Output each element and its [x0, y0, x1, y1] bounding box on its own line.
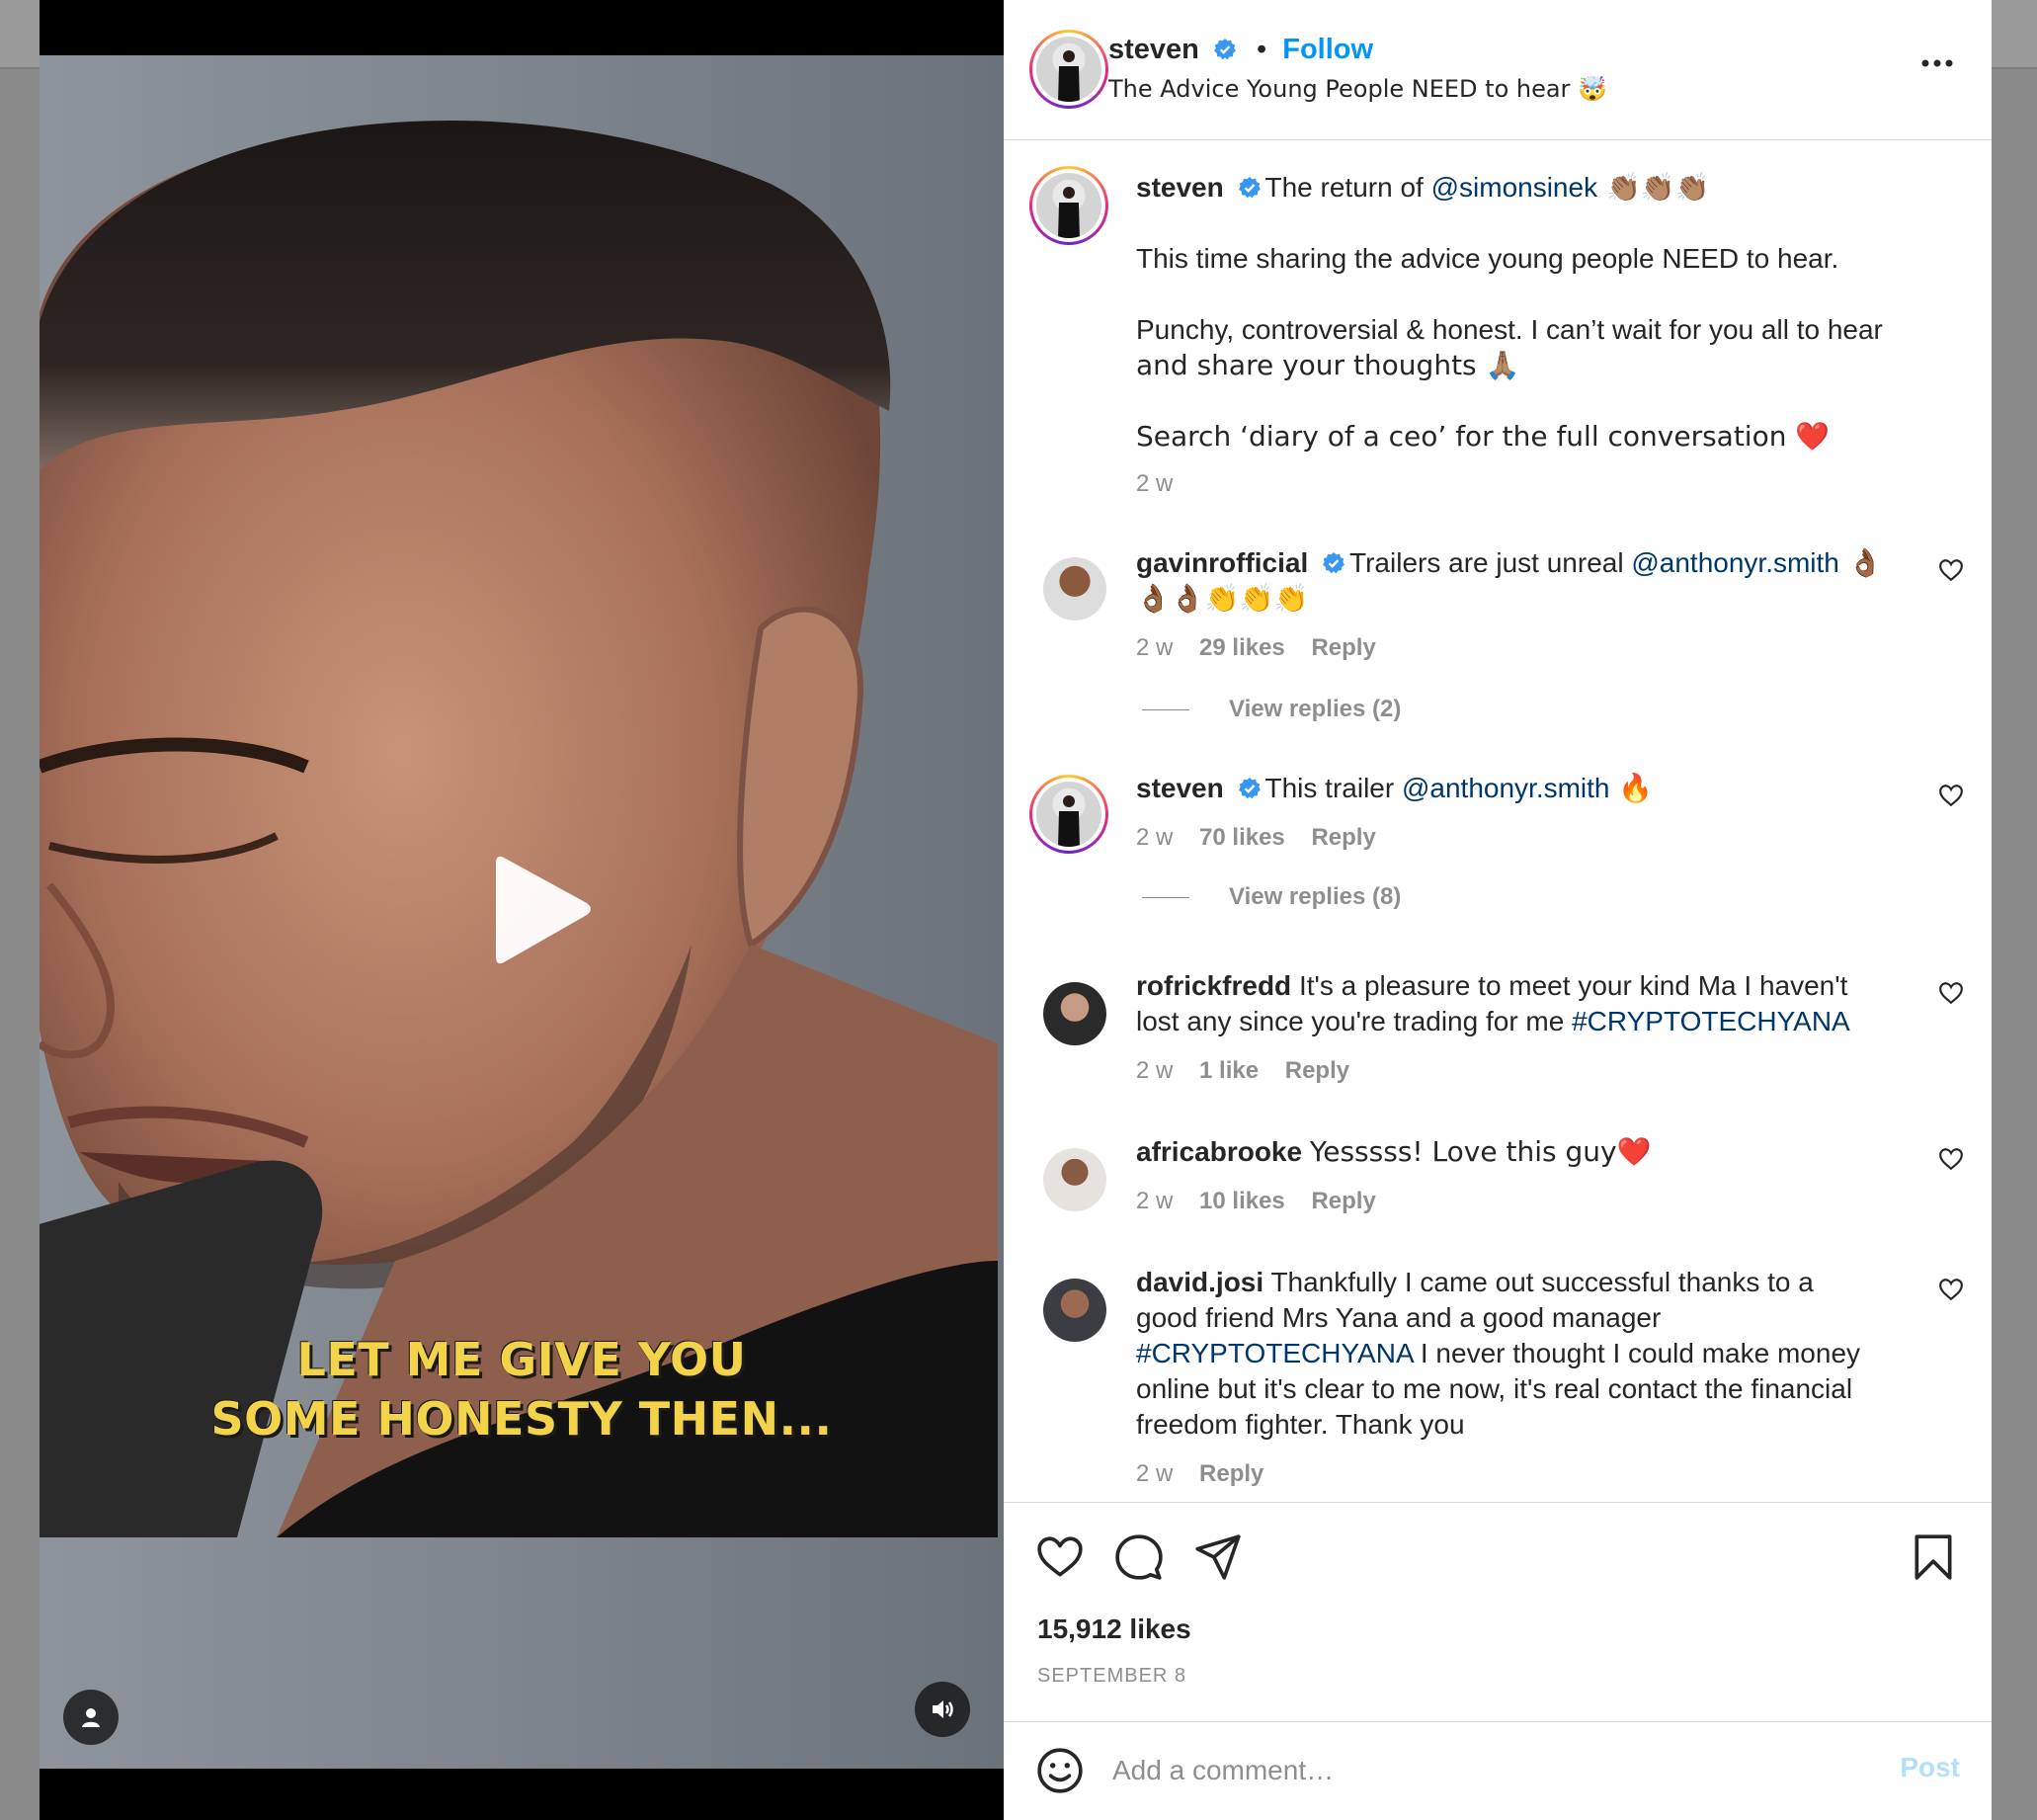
likes-count[interactable]: 15,912 likes: [1037, 1613, 1191, 1645]
comment-reply-button[interactable]: Reply: [1285, 1057, 1349, 1084]
play-icon[interactable]: [464, 840, 603, 978]
caption-time[interactable]: 2 w: [1136, 470, 1173, 497]
caption-text-line1: The return of: [1264, 172, 1431, 203]
comment-text: This trailer: [1264, 773, 1402, 803]
comment-username[interactable]: gavinrofficial: [1136, 547, 1308, 578]
comment-hashtag[interactable]: #CRYPTOTECHYANA: [1136, 1338, 1413, 1368]
comment-icon[interactable]: [1114, 1532, 1164, 1582]
comments-list[interactable]: steven The return of @simonsinek 👏🏽👏🏽👏🏽 …: [1004, 140, 1992, 1502]
header-separator: •: [1257, 34, 1267, 65]
share-icon[interactable]: [1193, 1532, 1243, 1582]
volume-button[interactable]: [915, 1682, 970, 1737]
caption-mention[interactable]: @simonsinek: [1431, 172, 1597, 203]
verified-icon: [1323, 552, 1345, 574]
caption-para3: Search ‘diary of a ceo’ for the full con…: [1136, 420, 1831, 453]
add-comment-bar: Post: [1004, 1721, 1992, 1820]
caption-para1: This time sharing the advice young peopl…: [1136, 243, 1839, 274]
comment-like-icon[interactable]: [1938, 1146, 1964, 1172]
comment-likes[interactable]: 1 like: [1199, 1057, 1259, 1084]
comment-text: Trailers are just unreal: [1349, 547, 1632, 578]
comment-like-icon[interactable]: [1938, 1277, 1964, 1302]
comment-username[interactable]: steven: [1136, 773, 1224, 803]
post-comment-button[interactable]: Post: [1900, 1752, 1960, 1783]
comment-emoji-line2: 👌🏾👌🏾👏👏👏: [1136, 582, 1309, 615]
comment-like-icon[interactable]: [1938, 980, 1964, 1006]
view-replies-button[interactable]: View replies (8): [1142, 883, 1401, 911]
comment-mention[interactable]: @anthonyr.smith: [1402, 773, 1610, 803]
comment-reply-button[interactable]: Reply: [1311, 1188, 1375, 1214]
comment-emoji: 🔥: [1609, 772, 1654, 804]
post-date[interactable]: SEPTEMBER 8: [1037, 1665, 1186, 1688]
comment-text-line5: freedom fighter. Thank you: [1136, 1409, 1465, 1440]
bookmark-icon[interactable]: [1909, 1532, 1958, 1582]
comment-input[interactable]: [1112, 1748, 1863, 1793]
video-player[interactable]: LET ME GIVE YOU SOME HONESTY THEN...: [40, 0, 1004, 1820]
comment-reply-button[interactable]: Reply: [1311, 634, 1375, 661]
comment-text-line3: I never thought I could make money: [1413, 1338, 1861, 1368]
caption-para2a: Punchy, controversial & honest. I can’t …: [1136, 314, 1883, 345]
comment-likes[interactable]: 10 likes: [1199, 1188, 1285, 1214]
comment-text: Yesssss! Love this guy❤️: [1309, 1135, 1652, 1168]
comment-likes[interactable]: 29 likes: [1199, 634, 1285, 661]
caption-emoji: 👏🏽👏🏽👏🏽: [1597, 171, 1710, 204]
user-tag-button[interactable]: [63, 1690, 119, 1745]
comment-username[interactable]: david.josi: [1136, 1267, 1263, 1297]
volume-icon: [933, 1700, 953, 1718]
verified-icon: [1238, 177, 1261, 199]
comment-mention[interactable]: @anthonyr.smith: [1631, 547, 1839, 578]
video-still-image: [40, 121, 998, 1537]
comment-text-line4: online but it's clear to me now, it's re…: [1136, 1373, 1853, 1404]
comment-avatar[interactable]: [1043, 1279, 1106, 1342]
comment-username[interactable]: rofrickfredd: [1136, 970, 1291, 1001]
audio-title[interactable]: The Advice Young People NEED to hear 🤯: [1108, 75, 1607, 104]
comment-time[interactable]: 2 w: [1136, 1057, 1173, 1084]
comment-time[interactable]: 2 w: [1136, 634, 1173, 661]
caption-username[interactable]: steven: [1136, 172, 1224, 203]
comment-avatar[interactable]: [1029, 775, 1108, 854]
comment-text-line2: lost any since you're trading for me: [1136, 1006, 1573, 1036]
comment-likes[interactable]: 70 likes: [1199, 824, 1285, 851]
comment-reply-button[interactable]: Reply: [1199, 1460, 1263, 1487]
video-caption-line1: LET ME GIVE YOU: [296, 1333, 747, 1386]
user-tag-icon: [82, 1708, 100, 1727]
comment-time[interactable]: 2 w: [1136, 1460, 1173, 1487]
more-icon[interactable]: [1920, 57, 1954, 69]
comment-avatar[interactable]: [1043, 982, 1106, 1045]
comment-like-icon[interactable]: [1938, 557, 1964, 583]
comment-text: Thankfully I came out successful thanks …: [1270, 1267, 1814, 1297]
comment-text-line2: good friend Mrs Yana and a good manager: [1136, 1302, 1662, 1333]
comment-time[interactable]: 2 w: [1136, 1188, 1173, 1214]
verified-icon: [1213, 39, 1236, 60]
verified-icon: [1238, 778, 1261, 799]
video-caption-line2: SOME HONESTY THEN...: [210, 1392, 833, 1446]
view-replies-button[interactable]: View replies (2): [1142, 696, 1401, 723]
post-actions: 15,912 likes SEPTEMBER 8: [1004, 1502, 1992, 1721]
post-modal: LET ME GIVE YOU SOME HONESTY THEN... ste…: [40, 0, 1992, 1820]
comment-reply-button[interactable]: Reply: [1311, 824, 1375, 851]
comment-username[interactable]: africabrooke: [1136, 1136, 1302, 1167]
comment-hashtag[interactable]: #CRYPTOTECHYANA: [1572, 1006, 1850, 1036]
comment-text: It's a pleasure to meet your kind Ma I h…: [1298, 970, 1848, 1001]
emoji-icon[interactable]: [1035, 1746, 1085, 1795]
comment-time[interactable]: 2 w: [1136, 824, 1173, 851]
comment-emoji: 👌🏾: [1838, 546, 1883, 579]
author-username[interactable]: steven: [1108, 34, 1199, 65]
post-side-panel: steven • Follow The Advice Young People …: [1004, 0, 1992, 1820]
comment-like-icon[interactable]: [1938, 783, 1964, 808]
author-avatar[interactable]: [1029, 30, 1108, 109]
follow-button[interactable]: Follow: [1282, 34, 1373, 65]
caption-avatar[interactable]: [1029, 166, 1108, 245]
post-header: steven • Follow The Advice Young People …: [1004, 0, 1992, 140]
heart-icon[interactable]: [1035, 1532, 1085, 1582]
comment-avatar[interactable]: [1043, 1148, 1106, 1211]
comment-avatar[interactable]: [1043, 557, 1106, 620]
caption-para2b: and share your thoughts 🙏🏽: [1136, 349, 1520, 381]
